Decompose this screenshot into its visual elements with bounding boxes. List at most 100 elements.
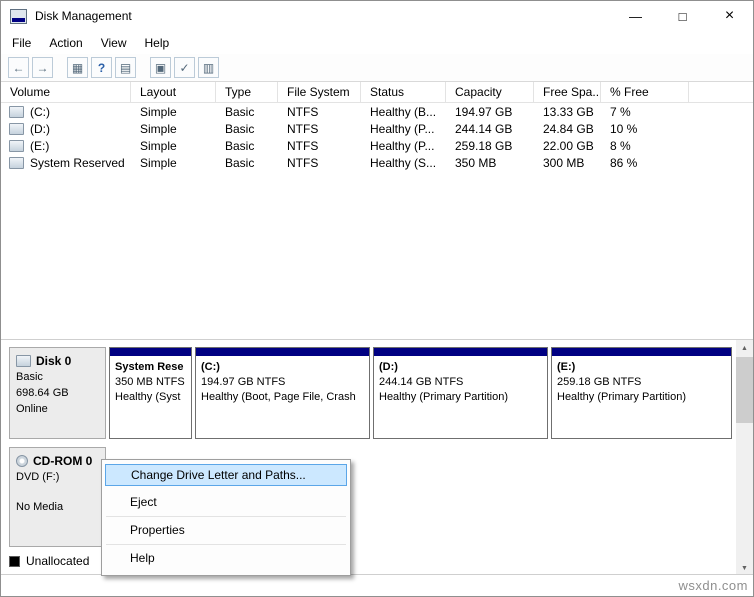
disk0-status: Online — [16, 403, 48, 415]
partition-d[interactable]: (D:) 244.14 GB NTFS Healthy (Primary Par… — [373, 347, 548, 439]
maximize-button[interactable]: □ — [659, 1, 706, 31]
help-icon[interactable]: ? — [91, 57, 112, 78]
action-pane-icon[interactable]: ▣ — [150, 57, 171, 78]
partition-title: (C:) — [201, 361, 220, 373]
unallocated-swatch — [9, 555, 20, 567]
partition-status: Healthy (Primary Partition) — [379, 391, 508, 403]
window-controls: — □ × — [612, 1, 753, 31]
layout-cell: Simple — [140, 104, 177, 119]
type-cell: Basic — [225, 138, 255, 153]
close-button[interactable]: × — [706, 1, 753, 31]
column-header-status[interactable]: Status — [361, 82, 446, 102]
percentfree-cell: 7 % — [610, 104, 631, 119]
table-row[interactable]: System Reserved Simple Basic NTFS Health… — [1, 154, 753, 171]
partition-size: 259.18 GB NTFS — [557, 376, 642, 388]
primary-partition-bar — [374, 348, 547, 356]
disc-icon — [16, 455, 28, 467]
column-header-filler — [689, 82, 753, 102]
status-cell: Healthy (B... — [370, 104, 437, 119]
disk0-size: 698.64 GB — [16, 387, 69, 399]
menu-item-eject[interactable]: Eject — [104, 489, 348, 516]
capacity-cell: 350 MB — [455, 155, 497, 170]
cdrom0-panel[interactable]: CD-ROM 0 DVD (F:) No Media — [9, 447, 106, 547]
layout-cell: Simple — [140, 138, 177, 153]
primary-partition-bar — [196, 348, 369, 356]
status-bar: wsxdn.com — [1, 574, 753, 596]
column-header-capacity[interactable]: Capacity — [446, 82, 534, 102]
vertical-scrollbar: ▲ ▼ — [736, 340, 753, 577]
console-tree-icon[interactable]: ▦ — [67, 57, 88, 78]
partition-title: (D:) — [379, 361, 398, 373]
menu-item-properties[interactable]: Properties — [104, 517, 348, 544]
capacity-cell: 194.97 GB — [455, 104, 513, 119]
percentfree-cell: 86 % — [610, 155, 638, 170]
scroll-up-icon[interactable]: ▲ — [736, 340, 753, 357]
status-cell: Healthy (S... — [370, 155, 437, 170]
disk-management-window: Disk Management — □ × File Action View H… — [0, 0, 754, 597]
partition-status: Healthy (Primary Partition) — [557, 391, 686, 403]
column-header-percentfree[interactable]: % Free — [601, 82, 689, 102]
column-header-freespace[interactable]: Free Spa... — [534, 82, 601, 102]
percentfree-cell: 8 % — [610, 138, 631, 153]
legend: Unallocated — [9, 554, 115, 568]
layout-cell: Simple — [140, 155, 177, 170]
cdrom0-drive-letter: DVD (F:) — [16, 471, 60, 483]
column-header-type[interactable]: Type — [216, 82, 278, 102]
title-bar: Disk Management — □ × — [1, 1, 753, 31]
freespace-cell: 22.00 GB — [543, 138, 594, 153]
column-header-layout[interactable]: Layout — [131, 82, 216, 102]
capacity-cell: 244.14 GB — [455, 121, 513, 136]
column-header-volume[interactable]: Volume — [1, 82, 131, 102]
partition-c[interactable]: (C:) 194.97 GB NTFS Healthy (Boot, Page … — [195, 347, 370, 439]
disk-management-icon[interactable] — [10, 8, 27, 24]
scrollbar-thumb[interactable] — [736, 357, 753, 423]
drive-icon — [9, 139, 24, 152]
type-cell: Basic — [225, 121, 255, 136]
back-icon[interactable]: ← — [8, 57, 29, 78]
table-row[interactable]: (E:) Simple Basic NTFS Healthy (P... 259… — [1, 137, 753, 154]
table-row[interactable]: (C:) Simple Basic NTFS Healthy (B... 194… — [1, 103, 753, 120]
partition-status: Healthy (Boot, Page File, Crash — [201, 391, 356, 403]
cdrom0-status: No Media — [16, 501, 64, 513]
menu-action[interactable]: Action — [40, 36, 91, 50]
layout-cell: Simple — [140, 121, 177, 136]
menu-file[interactable]: File — [3, 36, 40, 50]
partition-e[interactable]: (E:) 259.18 GB NTFS Healthy (Primary Par… — [551, 347, 732, 439]
check-disk-icon[interactable]: ✓ — [174, 57, 195, 78]
disk0-title: Disk 0 — [16, 353, 99, 369]
partition-size: 194.97 GB NTFS — [201, 376, 286, 388]
drive-icon — [9, 156, 24, 169]
filesystem-cell: NTFS — [287, 138, 319, 153]
menu-item-change-drive-letter[interactable]: Change Drive Letter and Paths... — [105, 464, 347, 486]
drive-icon — [9, 122, 24, 135]
window-title: Disk Management — [35, 9, 132, 23]
menu-help[interactable]: Help — [136, 36, 179, 50]
volume-list: Volume Layout Type File System Status Ca… — [1, 82, 753, 339]
properties-icon[interactable]: ▥ — [198, 57, 219, 78]
filesystem-cell: NTFS — [287, 104, 319, 119]
menu-view[interactable]: View — [92, 36, 136, 50]
export-list-icon[interactable]: ▤ — [115, 57, 136, 78]
freespace-cell: 300 MB — [543, 155, 585, 170]
drive-icon — [9, 105, 24, 118]
column-header-filesystem[interactable]: File System — [278, 82, 361, 102]
partition-system-reserved[interactable]: System Rese 350 MB NTFS Healthy (Syst — [109, 347, 192, 439]
forward-icon[interactable]: → — [32, 57, 53, 78]
freespace-cell: 13.33 GB — [543, 104, 594, 119]
menu-item-help[interactable]: Help — [104, 545, 348, 572]
filesystem-cell: NTFS — [287, 155, 319, 170]
toolbar: ← → ▦ ? ▤ ▣ ✓ ▥ — [1, 54, 753, 82]
disk0-panel[interactable]: Disk 0 Basic 698.64 GB Online — [9, 347, 106, 439]
menu-bar: File Action View Help — [1, 31, 753, 54]
primary-partition-bar — [110, 348, 191, 356]
context-menu: Change Drive Letter and Paths... Eject P… — [101, 459, 351, 576]
cdrom0-title: CD-ROM 0 — [16, 453, 99, 469]
volume-name-cell: System Reserved — [1, 156, 131, 170]
capacity-cell: 259.18 GB — [455, 138, 513, 153]
table-row[interactable]: (D:) Simple Basic NTFS Healthy (P... 244… — [1, 120, 753, 137]
minimize-button[interactable]: — — [612, 1, 659, 31]
volume-name-cell: (D:) — [1, 122, 131, 136]
primary-partition-bar — [552, 348, 731, 356]
partition-status: Healthy (Syst — [115, 391, 181, 403]
partition-title: System Rese — [115, 361, 184, 373]
